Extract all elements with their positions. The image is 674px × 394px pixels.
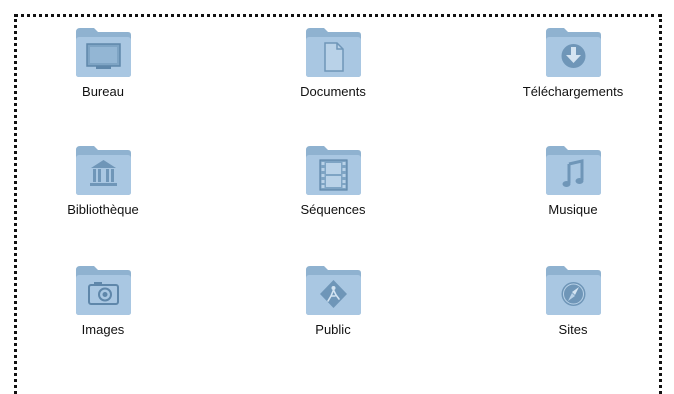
folder-label: Bureau bbox=[82, 84, 124, 99]
film-icon bbox=[306, 146, 361, 195]
folder-label: Séquences bbox=[300, 202, 366, 217]
folder-sequences[interactable]: Séquences bbox=[258, 142, 408, 217]
folder-musique[interactable]: Musique bbox=[498, 142, 648, 217]
music-note-icon bbox=[546, 146, 601, 195]
compass-icon bbox=[546, 266, 601, 315]
folder-documents[interactable]: Documents bbox=[258, 24, 408, 99]
camera-icon bbox=[76, 266, 131, 315]
download-icon bbox=[546, 28, 601, 77]
folder-label: Musique bbox=[548, 202, 598, 217]
desktop-icon bbox=[76, 28, 131, 77]
library-icon bbox=[76, 146, 131, 195]
folder-bureau[interactable]: Bureau bbox=[28, 24, 178, 99]
public-road-sign-icon bbox=[306, 266, 361, 315]
folder-grid: Bureau Documents Téléchargements Bibliot… bbox=[14, 18, 662, 370]
folder-label: Sites bbox=[558, 322, 588, 337]
folder-telechargements[interactable]: Téléchargements bbox=[498, 24, 648, 99]
document-icon bbox=[306, 28, 361, 77]
folder-label: Téléchargements bbox=[522, 84, 624, 99]
folder-images[interactable]: Images bbox=[28, 262, 178, 337]
folder-label: Documents bbox=[300, 84, 366, 99]
folder-bibliotheque[interactable]: Bibliothèque bbox=[28, 142, 178, 217]
folder-label: Images bbox=[81, 322, 125, 337]
folder-sites[interactable]: Sites bbox=[498, 262, 648, 337]
folder-public[interactable]: Public bbox=[258, 262, 408, 337]
folder-label: Bibliothèque bbox=[67, 202, 139, 217]
folder-label: Public bbox=[315, 322, 351, 337]
